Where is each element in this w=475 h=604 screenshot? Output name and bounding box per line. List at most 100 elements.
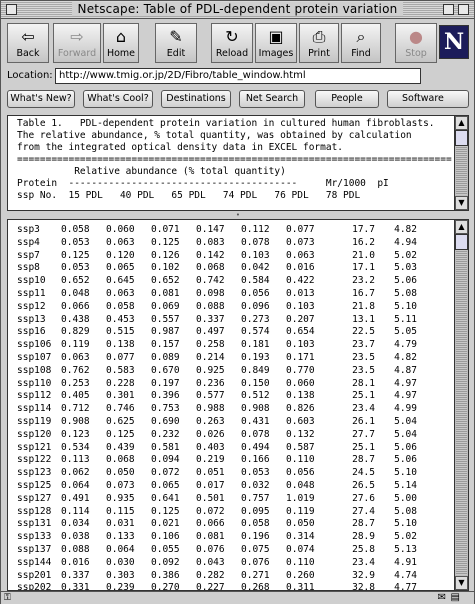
table-cell: 0.386 [151, 569, 180, 581]
table-cell: 5.10 [394, 518, 417, 530]
table-row: ssp4 0.053 0.063 0.125 0.083 0.078 0.073 16.2 4.… [17, 237, 417, 250]
table-cell: 0.123 [61, 428, 90, 440]
table-row: ssp16 0.829 0.515 0.987 0.497 0.574 0.654 22.5 5… [17, 326, 417, 339]
scroll-track[interactable] [456, 235, 467, 575]
table-cell: 26.1 [352, 415, 375, 427]
table-cell: 0.303 [106, 569, 135, 581]
scroll-thumb[interactable] [455, 130, 468, 146]
table-cell: 0.031 [106, 518, 135, 530]
table-cell: 0.431 [241, 415, 270, 427]
table-row: ssp10 0.652 0.645 0.652 0.742 0.584 0.422 23.2 5… [17, 275, 417, 288]
table-cell: 4.87 [394, 364, 417, 376]
table-cell: 13.1 [352, 313, 375, 325]
frame-divider[interactable]: • [7, 212, 469, 219]
table-cell: 0.574 [241, 326, 270, 338]
protein-id-cell: ssp125 [17, 479, 52, 491]
table-cell: 0.066 [196, 518, 225, 530]
table-cell: 0.119 [61, 339, 90, 351]
protein-id-cell: ssp131 [17, 518, 52, 530]
find-button[interactable]: ⌕ Find [341, 23, 381, 63]
table-cell: 4.91 [394, 556, 417, 568]
table-cell: 0.043 [196, 556, 225, 568]
table-cell: 0.060 [286, 377, 315, 389]
table-cell: 0.515 [106, 326, 135, 338]
close-box[interactable] [6, 4, 17, 15]
table-cell: 0.770 [286, 364, 315, 376]
url-field[interactable]: http://www.tmig.or.jp/2D/Fibro/table_win… [55, 68, 421, 84]
scroll-up-arrow-icon[interactable]: ▲ [455, 220, 468, 234]
netscape-logo-icon[interactable]: N [439, 25, 469, 59]
table-cell: 0.053 [61, 262, 90, 274]
data-frame: ssp3 0.058 0.060 0.071 0.147 0.112 0.077 17.7 4.… [7, 219, 469, 591]
destinations-button[interactable]: Destinations [161, 90, 231, 108]
table-cell: 0.753 [151, 403, 180, 415]
zoom-box[interactable] [443, 4, 454, 15]
protein-id-cell: ssp13 [17, 313, 46, 325]
whats-cool-button[interactable]: What's Cool? [83, 90, 153, 108]
table-cell: 0.577 [196, 390, 225, 402]
table-cell: 4.77 [394, 582, 417, 591]
table-cell: 0.584 [241, 275, 270, 287]
table-cell: 0.746 [106, 403, 135, 415]
images-button[interactable]: ▣ Images [255, 23, 297, 63]
location-bar: Location: http://www.tmig.or.jp/2D/Fibro… [7, 68, 467, 84]
net-search-button[interactable]: Net Search [239, 90, 305, 108]
header-scrollbar[interactable]: ▲ ▼ [454, 116, 468, 210]
forward-button[interactable]: ⇨ Forward [53, 23, 101, 63]
home-button[interactable]: ⌂ Home [103, 23, 139, 63]
table-cell: 0.113 [61, 454, 90, 466]
reload-button[interactable]: ↻ Reload [211, 23, 253, 63]
back-button[interactable]: ⇦ Back [7, 23, 49, 63]
table-cell: 0.196 [241, 531, 270, 543]
table-cell: 23.4 [352, 403, 375, 415]
whats-new-button[interactable]: What's New? [7, 90, 75, 108]
table-cell: 0.311 [286, 582, 315, 591]
table-cell: 0.228 [106, 377, 135, 389]
collapse-box[interactable] [458, 4, 469, 15]
table-cell: 0.110 [286, 454, 315, 466]
table-cell: 0.757 [241, 492, 270, 504]
table-row: ssp137 0.088 0.064 0.055 0.076 0.075 0.074 25.8… [17, 544, 417, 557]
edit-button[interactable]: ✎ Edit [155, 23, 197, 63]
table-cell: 0.603 [286, 415, 315, 427]
protein-id-cell: ssp121 [17, 441, 52, 453]
table-cell: 0.056 [241, 287, 270, 299]
stop-button[interactable]: ● Stop [395, 23, 437, 63]
binoculars-icon: ⌕ [356, 27, 366, 46]
table-cell: 0.197 [151, 377, 180, 389]
scroll-down-arrow-icon[interactable]: ▼ [455, 196, 468, 210]
table-row: ssp112 0.405 0.301 0.396 0.577 0.512 0.138 25.1… [17, 390, 417, 403]
protein-id-cell: ssp120 [17, 428, 52, 440]
images-icon: ▣ [268, 27, 284, 46]
table-cell: 23.5 [352, 364, 375, 376]
table-cell: 0.048 [286, 479, 315, 491]
components-icon[interactable]: ▤ [451, 592, 460, 603]
table-cell: 0.690 [151, 415, 180, 427]
data-scrollbar[interactable]: ▲ ▼ [454, 220, 468, 590]
header-frame: Table 1. PDL-dependent protein variation… [7, 115, 469, 211]
protein-id-cell: ssp16 [17, 326, 46, 338]
broken-key-icon[interactable]: ⚿ [4, 593, 11, 603]
caption-rule: ========================================… [17, 154, 452, 165]
mail-icon[interactable]: ✉ [438, 592, 446, 603]
table-caption: Table 1. PDL-dependent protein variation… [17, 118, 452, 202]
table-row: ssp127 0.491 0.935 0.641 0.501 0.757 1.019 27.6… [17, 493, 417, 506]
status-bar: ⚿ ✉ ▤ [1, 591, 474, 604]
table-cell: 0.034 [61, 518, 90, 530]
table-cell: 0.207 [286, 313, 315, 325]
scroll-up-arrow-icon[interactable]: ▲ [455, 116, 468, 130]
table-cell: 0.652 [61, 275, 90, 287]
table-cell: 0.133 [106, 531, 135, 543]
software-button[interactable]: Software [387, 90, 469, 108]
table-cell: 0.072 [196, 505, 225, 517]
table-row: ssp11 0.048 0.063 0.081 0.098 0.056 0.013 16.7 5… [17, 288, 417, 301]
table-cell: 27.4 [352, 505, 375, 517]
title-bar[interactable]: Netscape: Table of PDL-dependent protein… [1, 1, 474, 19]
people-button[interactable]: People [315, 90, 379, 108]
column-group-heading: Relative abundance (% total quantity) [17, 166, 286, 177]
print-button[interactable]: ⎙ Print [299, 23, 339, 63]
scroll-down-arrow-icon[interactable]: ▼ [455, 576, 468, 590]
scroll-thumb[interactable] [455, 234, 468, 250]
printer-icon: ⎙ [312, 27, 326, 46]
table-cell: 0.068 [196, 262, 225, 274]
